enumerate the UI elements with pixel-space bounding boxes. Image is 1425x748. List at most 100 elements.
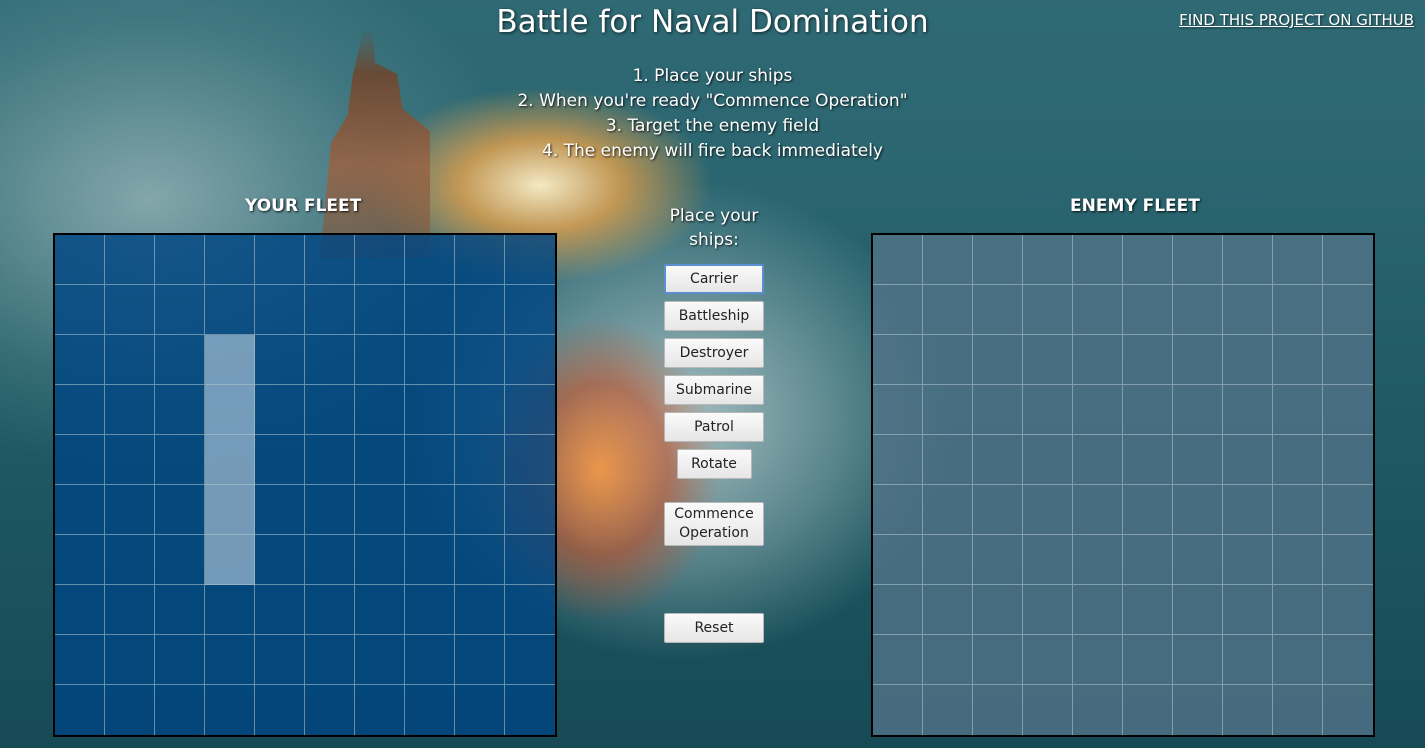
your-grid-cell[interactable]: [355, 585, 405, 635]
enemy-grid-cell[interactable]: [923, 435, 973, 485]
your-grid-cell[interactable]: [255, 635, 305, 685]
commence-operation-button[interactable]: Commence Operation: [664, 502, 764, 546]
your-grid-cell[interactable]: [505, 535, 555, 585]
your-grid-cell[interactable]: [155, 685, 205, 735]
your-grid-cell[interactable]: [155, 585, 205, 635]
enemy-grid-cell[interactable]: [873, 585, 923, 635]
enemy-grid-cell[interactable]: [973, 635, 1023, 685]
your-grid-cell[interactable]: [505, 585, 555, 635]
your-grid-cell[interactable]: [155, 485, 205, 535]
your-grid-cell[interactable]: [405, 485, 455, 535]
your-grid-cell[interactable]: [455, 635, 505, 685]
your-grid-cell[interactable]: [55, 535, 105, 585]
enemy-grid-cell[interactable]: [973, 435, 1023, 485]
your-grid-cell[interactable]: [255, 335, 305, 385]
your-grid-cell[interactable]: [305, 335, 355, 385]
your-grid-cell[interactable]: [505, 485, 555, 535]
reset-button[interactable]: Reset: [664, 613, 764, 643]
enemy-grid-cell[interactable]: [1073, 685, 1123, 735]
enemy-grid-cell[interactable]: [1273, 385, 1323, 435]
enemy-grid-cell[interactable]: [1273, 235, 1323, 285]
enemy-grid-cell[interactable]: [1123, 435, 1173, 485]
enemy-grid-cell[interactable]: [973, 235, 1023, 285]
your-grid-cell[interactable]: [105, 485, 155, 535]
enemy-grid-cell[interactable]: [873, 535, 923, 585]
your-grid-cell[interactable]: [355, 635, 405, 685]
enemy-grid-cell[interactable]: [1123, 235, 1173, 285]
enemy-grid-cell[interactable]: [973, 285, 1023, 335]
your-grid-cell[interactable]: [155, 435, 205, 485]
your-grid-cell[interactable]: [455, 235, 505, 285]
enemy-grid-cell[interactable]: [1323, 535, 1373, 585]
your-grid-cell[interactable]: [305, 635, 355, 685]
enemy-grid-cell[interactable]: [923, 635, 973, 685]
enemy-grid-cell[interactable]: [1023, 535, 1073, 585]
enemy-grid-cell[interactable]: [1323, 585, 1373, 635]
enemy-grid-cell[interactable]: [1223, 235, 1273, 285]
your-grid-cell[interactable]: [355, 385, 405, 435]
your-grid-cell[interactable]: [305, 685, 355, 735]
patrol-button[interactable]: Patrol: [664, 412, 764, 442]
enemy-grid-cell[interactable]: [873, 385, 923, 435]
your-grid-cell[interactable]: [355, 535, 405, 585]
enemy-grid-cell[interactable]: [1073, 385, 1123, 435]
enemy-grid-cell[interactable]: [1123, 635, 1173, 685]
your-grid-cell[interactable]: [455, 385, 505, 435]
your-grid-cell[interactable]: [405, 685, 455, 735]
enemy-grid-cell[interactable]: [873, 335, 923, 385]
enemy-grid-cell[interactable]: [1073, 635, 1123, 685]
enemy-grid-cell[interactable]: [1023, 635, 1073, 685]
enemy-grid-cell[interactable]: [973, 535, 1023, 585]
your-grid-cell[interactable]: [55, 635, 105, 685]
enemy-grid-cell[interactable]: [1173, 685, 1223, 735]
your-grid-cell[interactable]: [305, 385, 355, 435]
enemy-grid-cell[interactable]: [1173, 235, 1223, 285]
enemy-grid-cell[interactable]: [973, 585, 1023, 635]
your-grid-cell[interactable]: [405, 635, 455, 685]
enemy-grid-cell[interactable]: [1273, 335, 1323, 385]
your-grid-cell[interactable]: [255, 585, 305, 635]
enemy-grid-cell[interactable]: [1073, 235, 1123, 285]
enemy-grid-cell[interactable]: [1023, 435, 1073, 485]
enemy-grid-cell[interactable]: [873, 235, 923, 285]
enemy-grid-cell[interactable]: [1273, 685, 1323, 735]
carrier-button[interactable]: Carrier: [664, 264, 764, 294]
your-grid-cell[interactable]: [105, 635, 155, 685]
your-grid-cell[interactable]: [105, 685, 155, 735]
enemy-grid-cell[interactable]: [1173, 485, 1223, 535]
enemy-grid-cell[interactable]: [1223, 685, 1273, 735]
enemy-grid-cell[interactable]: [1173, 285, 1223, 335]
placed-ship-cell[interactable]: [205, 535, 255, 585]
enemy-grid-cell[interactable]: [1173, 635, 1223, 685]
enemy-grid-cell[interactable]: [1023, 585, 1073, 635]
your-grid-cell[interactable]: [305, 535, 355, 585]
enemy-grid-cell[interactable]: [1273, 635, 1323, 685]
your-grid-cell[interactable]: [155, 385, 205, 435]
your-grid-cell[interactable]: [505, 635, 555, 685]
enemy-grid-cell[interactable]: [973, 485, 1023, 535]
your-grid-cell[interactable]: [155, 535, 205, 585]
enemy-grid-cell[interactable]: [1223, 335, 1273, 385]
enemy-grid-cell[interactable]: [1123, 335, 1173, 385]
your-grid-cell[interactable]: [405, 585, 455, 635]
your-grid-cell[interactable]: [155, 635, 205, 685]
your-grid-cell[interactable]: [305, 435, 355, 485]
enemy-grid-cell[interactable]: [973, 335, 1023, 385]
your-grid-cell[interactable]: [255, 685, 305, 735]
enemy-grid-cell[interactable]: [1223, 535, 1273, 585]
your-grid-cell[interactable]: [105, 535, 155, 585]
your-grid-cell[interactable]: [255, 385, 305, 435]
enemy-grid-cell[interactable]: [1123, 585, 1173, 635]
your-grid-cell[interactable]: [355, 435, 405, 485]
your-grid-cell[interactable]: [405, 535, 455, 585]
your-grid-cell[interactable]: [55, 235, 105, 285]
placed-ship-cell[interactable]: [205, 485, 255, 535]
your-grid-cell[interactable]: [55, 485, 105, 535]
placed-ship-cell[interactable]: [205, 435, 255, 485]
enemy-grid-cell[interactable]: [1073, 585, 1123, 635]
your-grid-cell[interactable]: [405, 285, 455, 335]
enemy-grid-cell[interactable]: [1223, 435, 1273, 485]
your-grid-cell[interactable]: [105, 285, 155, 335]
your-grid-cell[interactable]: [505, 435, 555, 485]
your-grid-cell[interactable]: [355, 285, 405, 335]
